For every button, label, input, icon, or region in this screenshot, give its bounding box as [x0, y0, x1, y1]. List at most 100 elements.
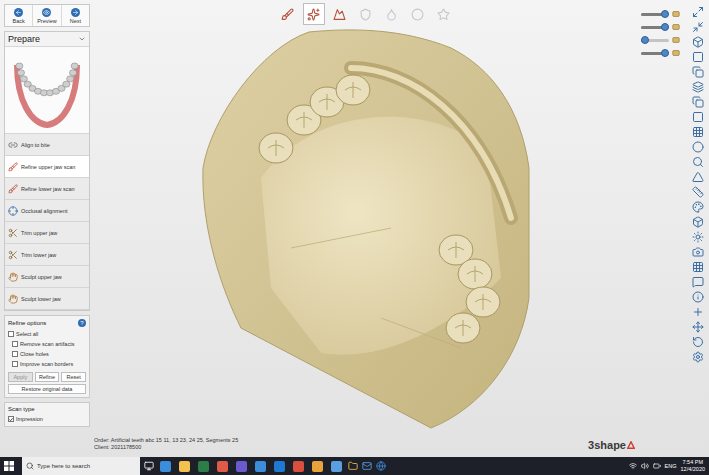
workflow-step[interactable]: Occlusal alignment — [5, 200, 89, 222]
view-tool-icon[interactable] — [692, 261, 704, 273]
language-indicator[interactable]: ENG — [665, 463, 677, 469]
view-tool-icon[interactable] — [692, 141, 704, 153]
view-tool-icon[interactable] — [692, 126, 704, 138]
restore-button[interactable]: Restore original data — [8, 384, 86, 394]
view-tool-icon[interactable] — [692, 156, 704, 168]
taskbar-app-icon[interactable] — [274, 461, 285, 472]
view-tool-icon[interactable] — [692, 351, 704, 363]
slider-track[interactable] — [641, 26, 669, 29]
mode-button[interactable] — [277, 3, 299, 25]
workflow-step[interactable]: Sculpt lower jaw — [5, 288, 89, 310]
view-tool-icon[interactable] — [692, 246, 704, 258]
taskbar-app-icon[interactable] — [217, 461, 228, 472]
workflow-step[interactable]: Trim upper jaw — [5, 222, 89, 244]
slider-track[interactable] — [641, 39, 669, 42]
dental-cast-model[interactable] — [201, 28, 531, 433]
task-view-icon[interactable] — [144, 461, 154, 471]
slider-knob[interactable] — [661, 23, 669, 31]
workflow-step[interactable]: Trim lower jaw — [5, 244, 89, 266]
3d-viewport[interactable]: Order: Artificial teeth abc 15 11, 13 23… — [90, 0, 641, 457]
browser-icon[interactable] — [376, 461, 386, 471]
step-tool-icon — [8, 272, 18, 282]
checkbox-label: Impression — [16, 416, 43, 422]
taskbar-search[interactable]: Type here to search — [22, 457, 140, 475]
network-icon[interactable] — [629, 462, 637, 470]
mode-button[interactable] — [433, 3, 455, 25]
volume-icon[interactable] — [641, 462, 649, 470]
view-tool-icon[interactable] — [692, 66, 704, 78]
taskbar-app-icon[interactable] — [236, 461, 247, 472]
battery-icon[interactable] — [653, 462, 661, 470]
help-button[interactable]: ? — [78, 319, 86, 327]
panel-header: Prepare — [5, 32, 89, 47]
workflow-step[interactable]: Refine lower jaw scan — [5, 178, 89, 200]
taskbar-app-icon[interactable] — [198, 461, 209, 472]
view-tool-icon[interactable] — [692, 21, 704, 33]
checkbox[interactable] — [12, 361, 18, 367]
view-tool-icon[interactable] — [692, 321, 704, 333]
view-slider[interactable] — [641, 36, 683, 44]
nav-button[interactable]: Back — [5, 5, 33, 26]
view-tool-icon[interactable] — [692, 231, 704, 243]
slider-knob[interactable] — [641, 36, 649, 44]
view-tool-icon[interactable] — [692, 291, 704, 303]
workflow-step[interactable]: Refine upper jaw scan — [5, 156, 89, 178]
taskbar-app-icon[interactable] — [312, 461, 323, 472]
view-tool-icon[interactable] — [692, 36, 704, 48]
mail-icon[interactable] — [362, 461, 372, 471]
view-tool-icon[interactable] — [692, 216, 704, 228]
view-tool-icon[interactable] — [692, 96, 704, 108]
view-tool-icon[interactable] — [692, 276, 704, 288]
windows-logo-icon — [4, 461, 14, 471]
view-tool-icon[interactable] — [692, 81, 704, 93]
view-tool-icon[interactable] — [692, 111, 704, 123]
taskbar-app-icon[interactable] — [160, 461, 171, 472]
view-tool-icon[interactable] — [692, 306, 704, 318]
checkbox[interactable] — [8, 416, 14, 422]
file-explorer-icon[interactable] — [348, 461, 358, 471]
view-tool-icon[interactable] — [692, 171, 704, 183]
taskbar-app-icon[interactable] — [179, 461, 190, 472]
mode-button[interactable] — [355, 3, 377, 25]
refine-checkbox-row[interactable]: Select all — [8, 330, 86, 338]
slider-knob[interactable] — [661, 49, 669, 57]
refine-checkbox-row[interactable]: Improve scan borders — [8, 360, 86, 368]
slider-track[interactable] — [641, 13, 669, 16]
checkbox[interactable] — [12, 341, 18, 347]
step-tool-icon — [8, 184, 18, 194]
view-tool-icon[interactable] — [692, 51, 704, 63]
refine-checkbox-row[interactable]: Close holes — [8, 350, 86, 358]
refine-checkbox-row[interactable]: Remove scan artifacts — [8, 340, 86, 348]
checkbox[interactable] — [12, 351, 18, 357]
nav-button[interactable]: Next — [62, 5, 89, 26]
mode-button[interactable] — [303, 3, 325, 25]
view-slider[interactable] — [641, 10, 683, 18]
view-tool-icon[interactable] — [692, 186, 704, 198]
scan-type-option[interactable]: Impression — [8, 415, 86, 423]
view-slider[interactable] — [641, 23, 683, 31]
taskbar-app-icon[interactable] — [293, 461, 304, 472]
mode-button[interactable] — [407, 3, 429, 25]
mode-button[interactable] — [381, 3, 403, 25]
refine-button[interactable]: Apply — [8, 372, 33, 382]
nav-label: Next — [70, 18, 81, 24]
mode-toolbar — [90, 0, 641, 25]
taskbar-app-icon[interactable] — [331, 461, 342, 472]
nav-button[interactable]: Preview — [33, 5, 61, 26]
start-button[interactable] — [0, 457, 18, 475]
taskbar-app-icon[interactable] — [255, 461, 266, 472]
refine-button[interactable]: Reset — [61, 372, 86, 382]
view-tool-icon[interactable] — [692, 201, 704, 213]
workflow-step[interactable]: Align to bite — [5, 134, 89, 156]
collapse-chevron-icon[interactable] — [78, 35, 86, 43]
view-tool-icon[interactable] — [692, 336, 704, 348]
workflow-step[interactable]: Sculpt upper jaw — [5, 266, 89, 288]
refine-button[interactable]: Refine — [35, 372, 60, 382]
slider-track[interactable] — [641, 52, 669, 55]
checkbox[interactable] — [8, 331, 14, 337]
view-tool-icon[interactable] — [692, 6, 704, 18]
clock[interactable]: 7:54 PM12/4/2020 — [681, 459, 705, 472]
view-slider[interactable] — [641, 49, 683, 57]
mode-button[interactable] — [329, 3, 351, 25]
slider-knob[interactable] — [661, 10, 669, 18]
